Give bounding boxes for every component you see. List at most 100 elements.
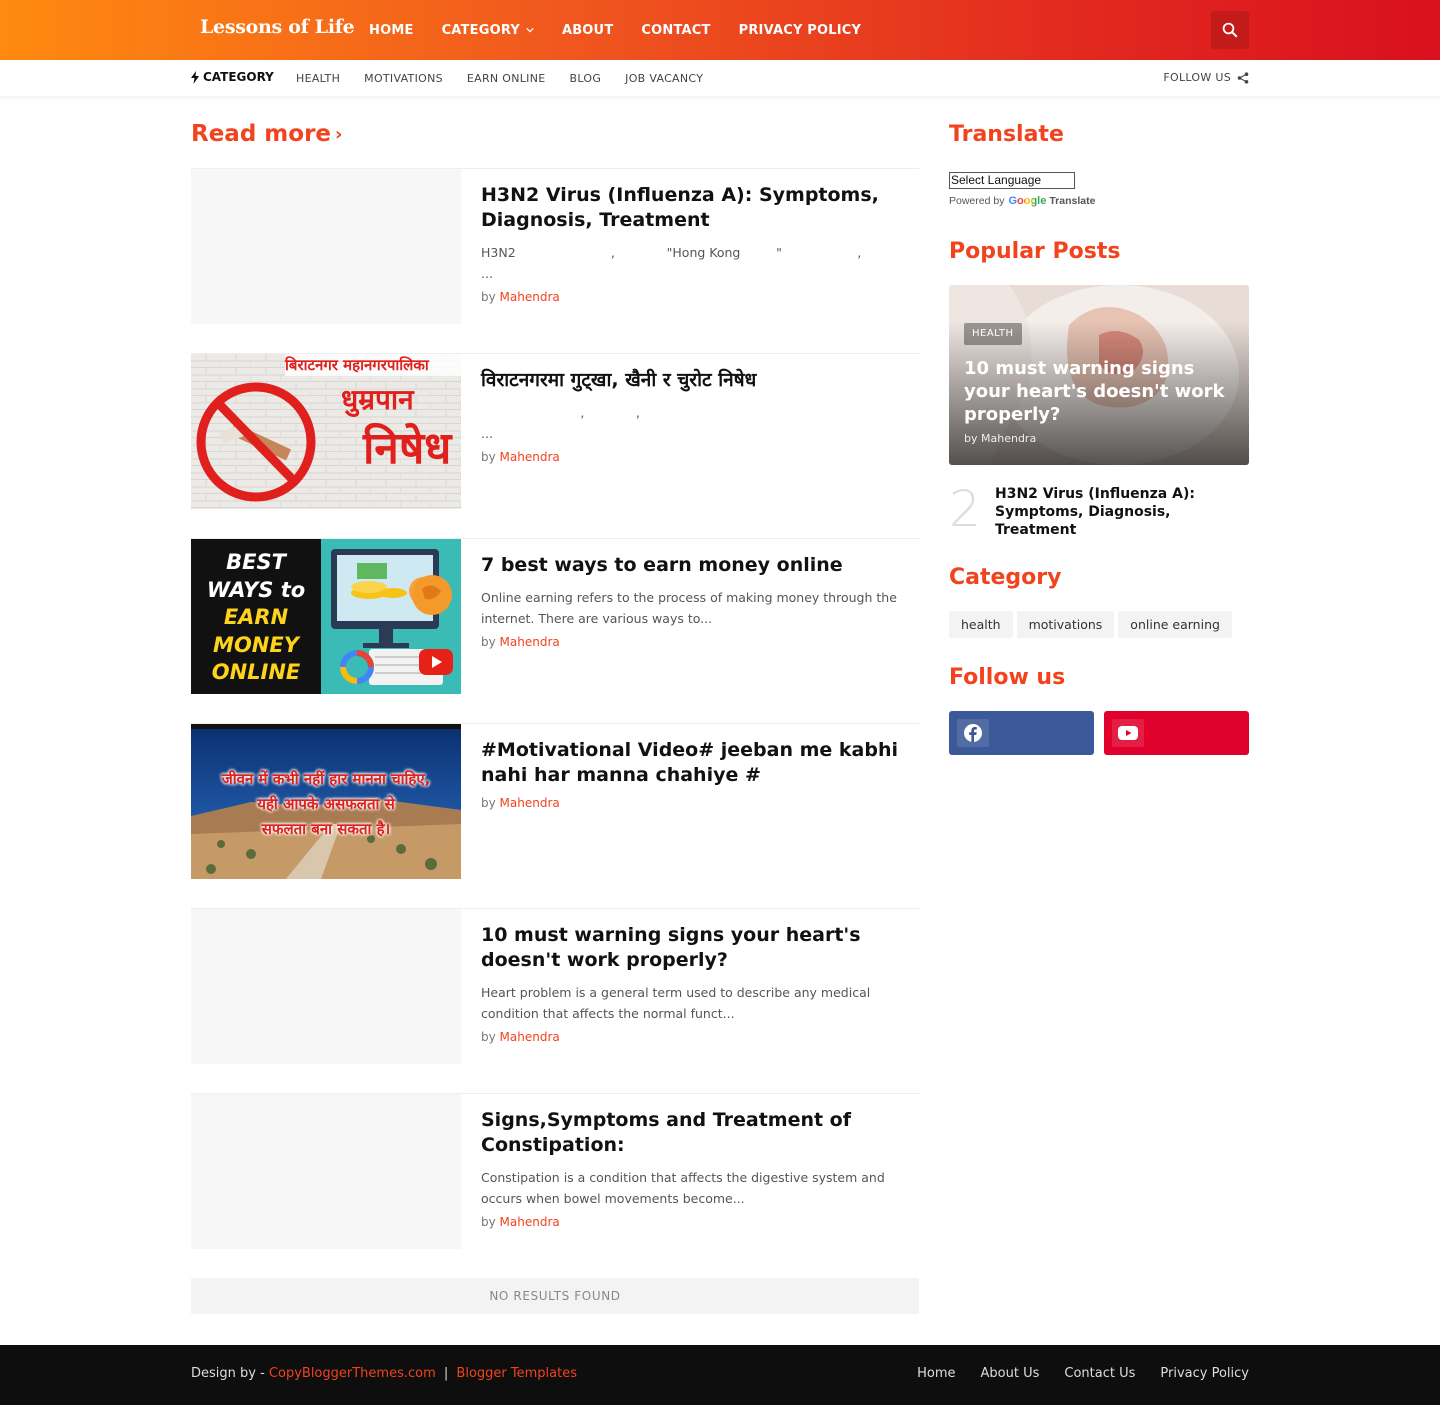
post-title[interactable]: 10 must warning signs your heart's doesn… (481, 923, 911, 973)
category-bar: CATEGORY HEALTH MOTIVATIONS EARN ONLINE … (0, 60, 1440, 96)
chevron-right-icon: › (335, 123, 343, 145)
nav-privacy-policy[interactable]: PRIVACY POLICY (739, 23, 862, 38)
popular-post-title[interactable]: 10 must warning signs your heart's doesn… (964, 357, 1239, 426)
post-item: जीवन में कभी नहीं हार मानना चाहिए, यही आ… (191, 723, 919, 879)
post-snippet: Online earning refers to the process of … (481, 590, 897, 626)
post-thumbnail-placeholder[interactable] (191, 1094, 461, 1249)
category-link-motivations[interactable]: MOTIVATIONS (364, 72, 443, 85)
post-item: Signs,Symptoms and Treatment of Constipa… (191, 1093, 919, 1249)
thumb-earn-line: MONEY (213, 632, 299, 657)
post-title[interactable]: H3N2 Virus (Influenza A): Symptoms, Diag… (481, 183, 911, 233)
nav-contact[interactable]: CONTACT (641, 23, 710, 38)
tag-health[interactable]: health (949, 611, 1013, 638)
post-body: विराटनगरमा गुट्खा, खैनी र चुरोट निषेध , … (481, 368, 911, 464)
footer-credit: Design by - CopyBloggerThemes.com | Blog… (191, 1366, 577, 1381)
google-logo: Google (1008, 195, 1047, 207)
thumb-text-municipality: बिराटनगर महानगरपालिका (285, 356, 429, 374)
facebook-button[interactable] (949, 711, 1094, 755)
post-meta: by Mahendra (481, 1215, 911, 1229)
post-item: BEST WAYS to EARN MONEY ONLINE 7 best wa… (191, 538, 919, 694)
popular-post-author[interactable]: Mahendra (981, 432, 1036, 445)
footer-link-contact-us[interactable]: Contact Us (1064, 1366, 1135, 1381)
post-author-link[interactable]: Mahendra (500, 796, 560, 810)
post-body: 7 best ways to earn money online Online … (481, 553, 911, 649)
post-thumbnail-earn-online[interactable]: BEST WAYS to EARN MONEY ONLINE (191, 539, 461, 694)
thumb-motivation-text: जीवन में कभी नहीं हार मानना चाहिए, यही आ… (191, 767, 461, 842)
footer-link-privacy-policy[interactable]: Privacy Policy (1160, 1366, 1249, 1381)
post-title[interactable]: विराटनगरमा गुट्खा, खैनी र चुरोट निषेध (481, 368, 911, 393)
copybloggerthemes-link[interactable]: CopyBloggerThemes.com (269, 1366, 436, 1381)
post-meta: by Mahendra (481, 290, 911, 304)
site-logo[interactable]: Lessons of Life (200, 16, 355, 38)
blogger-templates-link[interactable]: Blogger Templates (456, 1366, 577, 1381)
post-by: by (481, 450, 496, 464)
category-link-earn-online[interactable]: EARN ONLINE (467, 72, 546, 85)
post-body: H3N2 Virus (Influenza A): Symptoms, Diag… (481, 183, 911, 304)
post-title[interactable]: 7 best ways to earn money online (481, 553, 911, 578)
nav-home[interactable]: HOME (369, 23, 414, 38)
post-snippet: Constipation is a condition that affects… (481, 1170, 885, 1206)
post-snippet: , , ... (481, 405, 978, 441)
chevron-down-icon (526, 27, 534, 33)
footer-link-home[interactable]: Home (917, 1366, 955, 1381)
search-icon (1222, 22, 1238, 38)
thumb-earn-text: BEST WAYS to EARN MONEY ONLINE (191, 549, 321, 687)
share-icon (1237, 71, 1249, 84)
post-by: by (481, 796, 496, 810)
nav-category[interactable]: CATEGORY (442, 23, 534, 38)
popular-post-meta: by Mahendra (964, 432, 1036, 445)
post-body: 10 must warning signs your heart's doesn… (481, 923, 911, 1044)
translate-link[interactable]: Translate (1049, 195, 1095, 207)
powered-by-label: Powered by (949, 195, 1005, 207)
post-title[interactable]: #Motivational Video# jeeban me kabhi nah… (481, 738, 911, 788)
thumb-motivation-line: जीवन में कभी नहीं हार मानना चाहिए, (221, 770, 431, 788)
read-more-label: Read more (191, 121, 332, 147)
thumb-motivation-line: यही आपके असफलता से (257, 795, 395, 813)
footer-link-about-us[interactable]: About Us (981, 1366, 1040, 1381)
post-by: by (481, 1030, 496, 1044)
post-thumbnail-motivation[interactable]: जीवन में कभी नहीं हार मानना चाहिए, यही आ… (191, 724, 461, 879)
post-thumbnail-smoking[interactable]: बिराटनगर महानगरपालिका धुम्रपान निषेध (191, 354, 461, 509)
post-author-link[interactable]: Mahendra (500, 450, 560, 464)
popular-post-by: by (964, 432, 978, 445)
nav-about[interactable]: ABOUT (562, 23, 613, 38)
post-meta: by Mahendra (481, 450, 911, 464)
thumb-motivation-line: सफलता बना सकता है। (261, 820, 391, 838)
post-by: by (481, 1215, 496, 1229)
post-author-link[interactable]: Mahendra (500, 1030, 560, 1044)
footer: Design by - CopyBloggerThemes.com | Blog… (0, 1345, 1440, 1405)
thumb-earn-line: BEST (226, 550, 286, 574)
popular-post-title[interactable]: H3N2 Virus (Influenza A): Symptoms, Diag… (995, 485, 1245, 539)
post-title[interactable]: Signs,Symptoms and Treatment of Constipa… (481, 1108, 911, 1158)
footer-links: Home About Us Contact Us Privacy Policy (892, 1366, 1249, 1381)
category-link-job-vacancy[interactable]: JOB VACANCY (625, 72, 703, 85)
post-author-link[interactable]: Mahendra (500, 290, 560, 304)
follow-us-button[interactable]: FOLLOW US (1163, 71, 1249, 84)
post-author-link[interactable]: Mahendra (500, 1215, 560, 1229)
post-item: बिराटनगर महानगरपालिका धुम्रपान निषेध विर… (191, 353, 919, 509)
no-results-message: NO RESULTS FOUND (191, 1278, 919, 1314)
post-thumbnail-placeholder[interactable] (191, 909, 461, 1064)
post-item: H3N2 Virus (Influenza A): Symptoms, Diag… (191, 168, 919, 324)
popular-post-category-badge[interactable]: HEALTH (964, 323, 1022, 345)
popular-posts-heading: Popular Posts (949, 239, 1121, 264)
tag-motivations[interactable]: motivations (1016, 611, 1115, 638)
top-navbar: Lessons of Life HOME CATEGORY ABOUT CONT… (0, 0, 1440, 60)
post-item: 10 must warning signs your heart's doesn… (191, 908, 919, 1064)
category-link-blog[interactable]: BLOG (570, 72, 602, 85)
post-author-link[interactable]: Mahendra (500, 635, 560, 649)
youtube-button[interactable] (1104, 711, 1249, 755)
thumb-text-smoking: धुम्रपान (341, 383, 414, 416)
follow-us-heading: Follow us (949, 665, 1066, 690)
google-translate-credit: Powered by Google Translate (949, 195, 1095, 207)
tag-online-earning[interactable]: online earning (1118, 611, 1232, 638)
category-tags: health motivations online earning (949, 611, 1236, 638)
popular-post-rank: 2 (949, 480, 981, 538)
read-more-heading[interactable]: Read more › (191, 121, 342, 147)
language-select[interactable]: Select Language (949, 172, 1075, 189)
search-button[interactable] (1211, 11, 1249, 49)
bolt-icon (191, 70, 199, 84)
category-link-health[interactable]: HEALTH (296, 72, 340, 85)
post-body: #Motivational Video# jeeban me kabhi nah… (481, 738, 911, 810)
post-thumbnail-placeholder[interactable] (191, 169, 461, 324)
